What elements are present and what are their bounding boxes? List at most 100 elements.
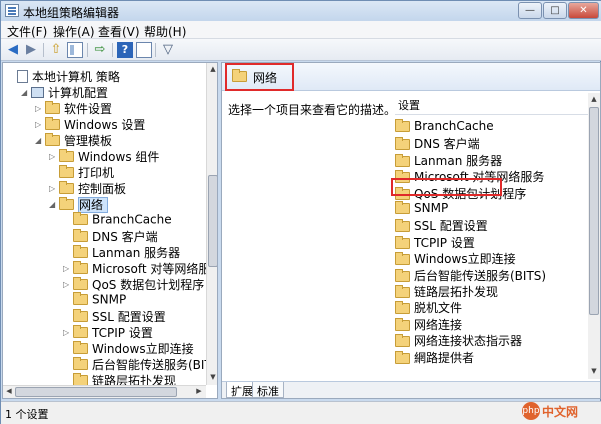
- expander-icon[interactable]: ▷: [63, 280, 73, 289]
- forward-arrow-icon[interactable]: ▶: [23, 42, 39, 58]
- expander-icon[interactable]: ▷: [63, 328, 73, 337]
- tree-item[interactable]: ▷ Windows 设置: [35, 116, 145, 132]
- up-folder-icon[interactable]: ⇧: [48, 42, 64, 58]
- tree-scroll-thumb[interactable]: [208, 175, 217, 267]
- help-icon[interactable]: ?: [117, 42, 133, 58]
- setting-item-label: 脱机文件: [414, 301, 463, 315]
- folder-icon: [73, 212, 88, 225]
- expander-icon[interactable]: ▷: [49, 184, 59, 193]
- settings-column-header[interactable]: 设置: [395, 97, 589, 115]
- folder-icon: [395, 201, 410, 214]
- setting-item[interactable]: BranchCache: [395, 119, 494, 135]
- properties-icon[interactable]: [136, 42, 152, 58]
- tree-item-label: SNMP: [92, 292, 127, 307]
- tree-item[interactable]: ◢ 计算机配置: [21, 84, 108, 100]
- setting-item[interactable]: 链路层拓扑发现: [395, 283, 498, 299]
- expander-icon[interactable]: ◢: [49, 200, 59, 209]
- setting-item[interactable]: 后台智能传送服务(BITS): [395, 267, 546, 283]
- setting-item[interactable]: Windows立即连接: [395, 250, 516, 266]
- menu-file[interactable]: 文件(F): [7, 23, 47, 40]
- menu-action[interactable]: 操作(A): [53, 23, 95, 40]
- details-pane: 网络 选择一个项目来查看它的描述。 设置 BranchCache DNS 客户端 L…: [221, 62, 601, 399]
- tree-item-label: 打印机: [78, 166, 115, 180]
- folder-icon: [73, 341, 88, 354]
- tree-item[interactable]: ▷ QoS 数据包计划程序: [63, 276, 204, 292]
- folder-icon: [73, 229, 88, 242]
- expander-icon[interactable]: ▷: [35, 104, 45, 113]
- tree-horizontal-scrollbar[interactable]: ◀ ▶: [3, 385, 206, 398]
- setting-item[interactable]: TCPIP 设置: [395, 234, 475, 250]
- expander-icon[interactable]: ▷: [63, 264, 73, 273]
- folder-icon: [395, 119, 410, 132]
- description-text: 选择一个项目来查看它的描述。: [228, 103, 397, 117]
- tree-item[interactable]: ▷ 软件设置: [35, 100, 112, 116]
- tree-item[interactable]: ▷ 控制面板: [49, 180, 126, 196]
- scroll-right-icon[interactable]: ▶: [193, 387, 205, 395]
- tree-item[interactable]: ▷ Microsoft 对等网络服务: [63, 260, 217, 276]
- folder-icon: [395, 318, 410, 331]
- folder-icon: [59, 197, 74, 210]
- export-list-icon[interactable]: ⇨: [92, 42, 108, 58]
- watermark: php 中文网: [522, 400, 600, 422]
- folder-icon: [59, 165, 74, 178]
- tree-vertical-scrollbar[interactable]: ▲ ▼: [206, 63, 217, 385]
- tree-item[interactable]: 本地计算机 策略: [7, 68, 120, 84]
- setting-item[interactable]: DNS 客户端: [395, 135, 480, 151]
- expander-icon[interactable]: ◢: [21, 88, 31, 97]
- details-scroll-thumb[interactable]: [589, 107, 599, 315]
- back-arrow-icon[interactable]: ◀: [5, 42, 21, 58]
- minimize-button[interactable]: —: [518, 2, 542, 19]
- folder-icon: [45, 133, 60, 146]
- tree-item[interactable]: ▷ TCPIP 设置: [63, 324, 153, 340]
- tree-item-label: Lanman 服务器: [92, 246, 181, 260]
- setting-item[interactable]: Lanman 服务器: [395, 152, 502, 168]
- tree-item[interactable]: 打印机: [49, 164, 114, 180]
- scroll-down-icon[interactable]: ▼: [588, 367, 600, 375]
- scroll-up-icon[interactable]: ▲: [207, 65, 217, 73]
- tree-item[interactable]: ▷ Windows 组件: [49, 148, 159, 164]
- maximize-button[interactable]: □: [543, 2, 567, 19]
- setting-item[interactable]: SNMP: [395, 201, 448, 217]
- folder-icon: [395, 137, 410, 150]
- scroll-up-icon[interactable]: ▲: [588, 95, 600, 103]
- tree-item[interactable]: Windows立即连接: [63, 340, 194, 356]
- tab-standard[interactable]: 标准: [252, 382, 284, 398]
- expander-icon[interactable]: ▷: [35, 120, 45, 129]
- setting-item[interactable]: 网络连接状态指示器: [395, 332, 522, 348]
- expander-icon[interactable]: ◢: [35, 136, 45, 145]
- setting-item-label: 后台智能传送服务(BITS): [414, 269, 547, 283]
- setting-item[interactable]: 网络连接: [395, 316, 462, 332]
- setting-item-label: TCPIP 设置: [414, 236, 475, 250]
- tree-item[interactable]: SNMP: [63, 292, 126, 308]
- tree-item[interactable]: Lanman 服务器: [63, 244, 180, 260]
- filter-icon[interactable]: ▽: [160, 42, 176, 58]
- scroll-left-icon[interactable]: ◀: [3, 387, 15, 395]
- menu-help[interactable]: 帮助(H): [144, 23, 186, 40]
- folder-icon: [73, 261, 88, 274]
- tree-item[interactable]: ◢ 网络: [49, 196, 109, 213]
- tree-item-label: SSL 配置设置: [92, 310, 166, 324]
- show-hide-tree-icon[interactable]: [67, 42, 83, 58]
- tree-item[interactable]: BranchCache: [63, 212, 172, 228]
- menu-view[interactable]: 查看(V): [98, 23, 140, 40]
- tree-hscroll-thumb[interactable]: [15, 387, 177, 397]
- setting-item[interactable]: SSL 配置设置: [395, 217, 488, 233]
- setting-item[interactable]: 脱机文件: [395, 299, 462, 315]
- tree-item[interactable]: ◢ 管理模板: [35, 132, 112, 148]
- scroll-down-icon[interactable]: ▼: [207, 373, 217, 381]
- folder-icon: [395, 301, 410, 314]
- close-button[interactable]: ✕: [568, 2, 599, 19]
- toolbar-separator: [43, 43, 44, 57]
- setting-item[interactable]: 網路提供者: [395, 349, 474, 365]
- header-highlight-box: [225, 63, 294, 91]
- setting-item-label: 链路层拓扑发现: [414, 285, 499, 299]
- tree-item[interactable]: SSL 配置设置: [63, 308, 166, 324]
- details-vertical-scrollbar[interactable]: ▲ ▼: [588, 93, 600, 379]
- tree-item-label: 本地计算机 策略: [32, 70, 120, 84]
- tree-item[interactable]: 后台智能传送服务(BITS): [63, 356, 217, 372]
- folder-icon: [45, 101, 60, 114]
- expander-icon[interactable]: ▷: [49, 152, 59, 161]
- tree-item-label: 网络: [78, 197, 109, 213]
- tree-item[interactable]: DNS 客户端: [63, 228, 158, 244]
- policy-icon: [17, 70, 28, 83]
